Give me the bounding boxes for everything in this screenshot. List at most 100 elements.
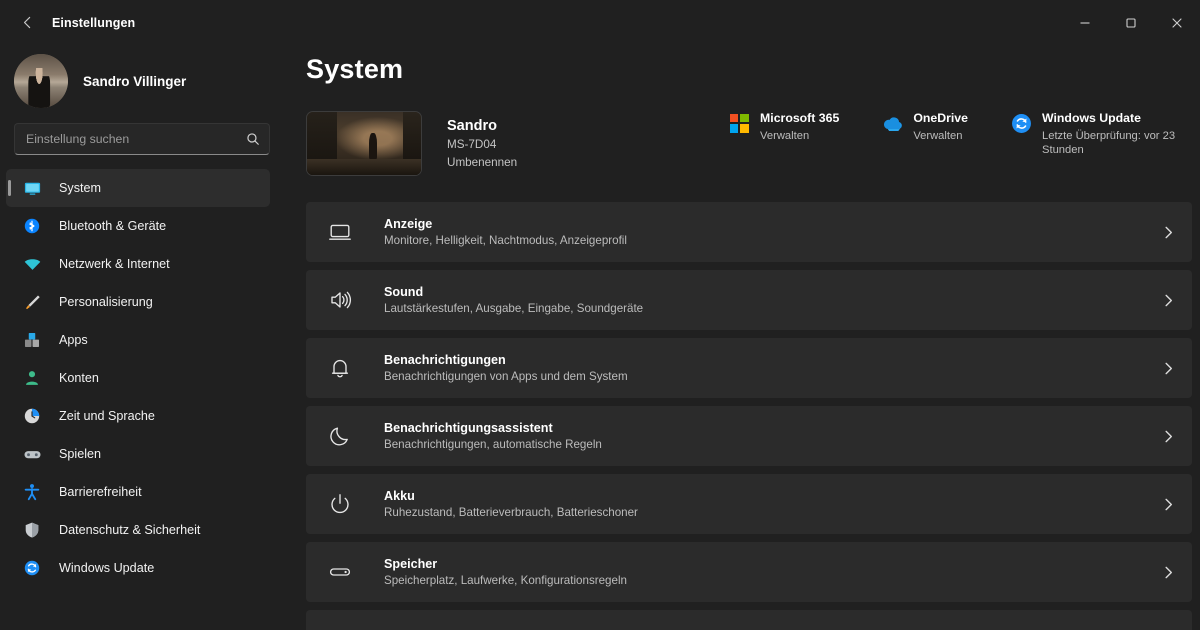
search-icon	[247, 133, 259, 145]
user-name: Sandro Villinger	[83, 73, 187, 89]
service-subtitle[interactable]: Verwalten	[760, 129, 839, 143]
device-model: MS-7D04	[447, 138, 497, 151]
search-box[interactable]	[14, 123, 270, 155]
sidebar-item-apps[interactable]: Apps	[6, 321, 270, 359]
sidebar-item-label: Apps	[59, 333, 88, 347]
chevron-right-icon	[1165, 430, 1173, 442]
desktop-wallpaper-thumbnail	[306, 111, 422, 176]
speaker-icon	[331, 291, 352, 309]
row-title: Akku	[384, 489, 415, 503]
sidebar-item-gaming[interactable]: Spielen	[6, 435, 270, 473]
settings-list: Anzeige Monitore, Helligkeit, Nachtmodus…	[306, 202, 1200, 630]
window-body: Sandro Villinger Einstellung suchen Syst…	[0, 45, 1200, 630]
settings-row-partial[interactable]	[306, 610, 1192, 630]
clock-icon	[22, 406, 42, 426]
sidebar-item-windows-update[interactable]: Windows Update	[6, 549, 270, 587]
sidebar-item-bluetooth-devices[interactable]: Bluetooth & Geräte	[6, 207, 270, 245]
shield-icon	[22, 520, 42, 540]
drive-icon	[329, 568, 351, 576]
row-subtitle: Speicherplatz, Laufwerke, Konfigurations…	[384, 574, 627, 587]
row-title: Speicher	[384, 557, 438, 571]
sidebar-nav: System Bluetooth & Geräte Netzwerk & Int…	[0, 169, 290, 587]
service-windows-update[interactable]: Windows Update Letzte Überprüfung: vor 2…	[1010, 111, 1192, 157]
row-subtitle: Ruhezustand, Batterieverbrauch, Batterie…	[384, 506, 638, 519]
app-title: Einstellungen	[52, 15, 136, 30]
service-subtitle[interactable]: Verwalten	[913, 129, 968, 143]
search-input[interactable]	[15, 124, 269, 154]
settings-row-display[interactable]: Anzeige Monitore, Helligkeit, Nachtmodus…	[306, 202, 1192, 262]
sidebar-item-accessibility[interactable]: Barrierefreiheit	[6, 473, 270, 511]
avatar	[14, 54, 68, 108]
minimize-button[interactable]	[1062, 0, 1108, 45]
monitor-icon	[22, 178, 42, 198]
device-meta: Sandro MS-7D04 Umbenennen	[447, 118, 517, 169]
row-title: Sound	[384, 285, 424, 299]
settings-window: Einstellungen Sandro Villinger Einstellu…	[0, 0, 1200, 630]
bell-icon	[331, 359, 349, 378]
page-title: System	[306, 54, 404, 84]
service-subtitle: Letzte Überprüfung: vor 23 Stunden	[1042, 130, 1176, 156]
person-icon	[22, 368, 42, 388]
sync-icon	[22, 558, 42, 578]
settings-row-storage[interactable]: Speicher Speicherplatz, Laufwerke, Konfi…	[306, 542, 1192, 602]
sidebar-item-personalization[interactable]: Personalisierung	[6, 283, 270, 321]
main-content: System Sandro MS-7D04 Umbenennen Microso…	[290, 45, 1200, 630]
close-button[interactable]	[1154, 0, 1200, 45]
row-subtitle: Benachrichtigungen, automatische Regeln	[384, 438, 602, 451]
microsoft-logo-icon	[728, 112, 750, 134]
accessibility-icon	[22, 482, 42, 502]
moon-icon	[330, 427, 348, 446]
service-shortcuts: Microsoft 365 Verwalten OneDrive Verwalt…	[728, 111, 1200, 157]
user-profile[interactable]: Sandro Villinger	[0, 45, 290, 108]
sidebar-item-label: Windows Update	[59, 561, 155, 575]
chevron-right-icon	[1165, 226, 1173, 238]
device-card[interactable]: Sandro MS-7D04 Umbenennen	[306, 111, 517, 176]
back-button[interactable]	[8, 8, 46, 38]
sidebar-item-label: System	[59, 181, 101, 195]
title-bar: Einstellungen	[0, 0, 1200, 45]
row-title: Anzeige	[384, 217, 433, 231]
sidebar-item-label: Bluetooth & Geräte	[59, 219, 167, 233]
minimize-icon	[1080, 21, 1090, 24]
chevron-right-icon	[1165, 362, 1173, 374]
settings-row-battery[interactable]: Akku Ruhezustand, Batterieverbrauch, Bat…	[306, 474, 1192, 534]
sidebar-item-label: Barrierefreiheit	[59, 485, 142, 499]
rename-device-link[interactable]: Umbenennen	[447, 156, 517, 169]
sidebar-item-time-language[interactable]: Zeit und Sprache	[6, 397, 270, 435]
device-name: Sandro	[447, 118, 497, 134]
sidebar-item-label: Zeit und Sprache	[59, 409, 155, 423]
monitor-icon	[329, 224, 351, 240]
sidebar-item-label: Netzwerk & Internet	[59, 257, 170, 271]
settings-row-notifications[interactable]: Benachrichtigungen Benachrichtigungen vo…	[306, 338, 1192, 398]
service-title: Windows Update	[1042, 111, 1141, 125]
row-subtitle: Benachrichtigungen von Apps und dem Syst…	[384, 370, 628, 383]
settings-row-focus-assist[interactable]: Benachrichtigungsassistent Benachrichtig…	[306, 406, 1192, 466]
window-controls	[1062, 0, 1200, 45]
sidebar-item-label: Personalisierung	[59, 295, 153, 309]
sidebar-item-network-internet[interactable]: Netzwerk & Internet	[6, 245, 270, 283]
onedrive-cloud-icon	[881, 112, 903, 134]
sidebar-item-accounts[interactable]: Konten	[6, 359, 270, 397]
search-container	[0, 107, 290, 155]
power-icon	[331, 494, 349, 514]
gamepad-icon	[22, 444, 42, 464]
wifi-icon	[22, 254, 42, 274]
row-title: Benachrichtigungsassistent	[384, 421, 553, 435]
service-microsoft-365[interactable]: Microsoft 365 Verwalten	[728, 111, 839, 157]
close-icon	[1172, 17, 1182, 28]
row-title: Benachrichtigungen	[384, 353, 506, 367]
maximize-button[interactable]	[1108, 0, 1154, 45]
sidebar-item-system[interactable]: System	[6, 169, 270, 207]
sidebar-item-label: Spielen	[59, 447, 102, 461]
settings-row-sound[interactable]: Sound Lautstärkestufen, Ausgabe, Eingabe…	[306, 270, 1192, 330]
chevron-right-icon	[1165, 566, 1173, 578]
sidebar-item-privacy-security[interactable]: Datenschutz & Sicherheit	[6, 511, 270, 549]
service-onedrive[interactable]: OneDrive Verwalten	[881, 111, 968, 157]
row-subtitle: Monitore, Helligkeit, Nachtmodus, Anzeig…	[384, 234, 627, 247]
row-subtitle: Lautstärkestufen, Ausgabe, Eingabe, Soun…	[384, 302, 644, 315]
device-summary: Sandro MS-7D04 Umbenennen Microsoft 365 …	[306, 111, 1200, 176]
chevron-right-icon	[1165, 294, 1173, 306]
sync-icon	[1010, 112, 1032, 134]
service-title: Microsoft 365	[760, 111, 840, 125]
chevron-right-icon	[1165, 498, 1173, 510]
